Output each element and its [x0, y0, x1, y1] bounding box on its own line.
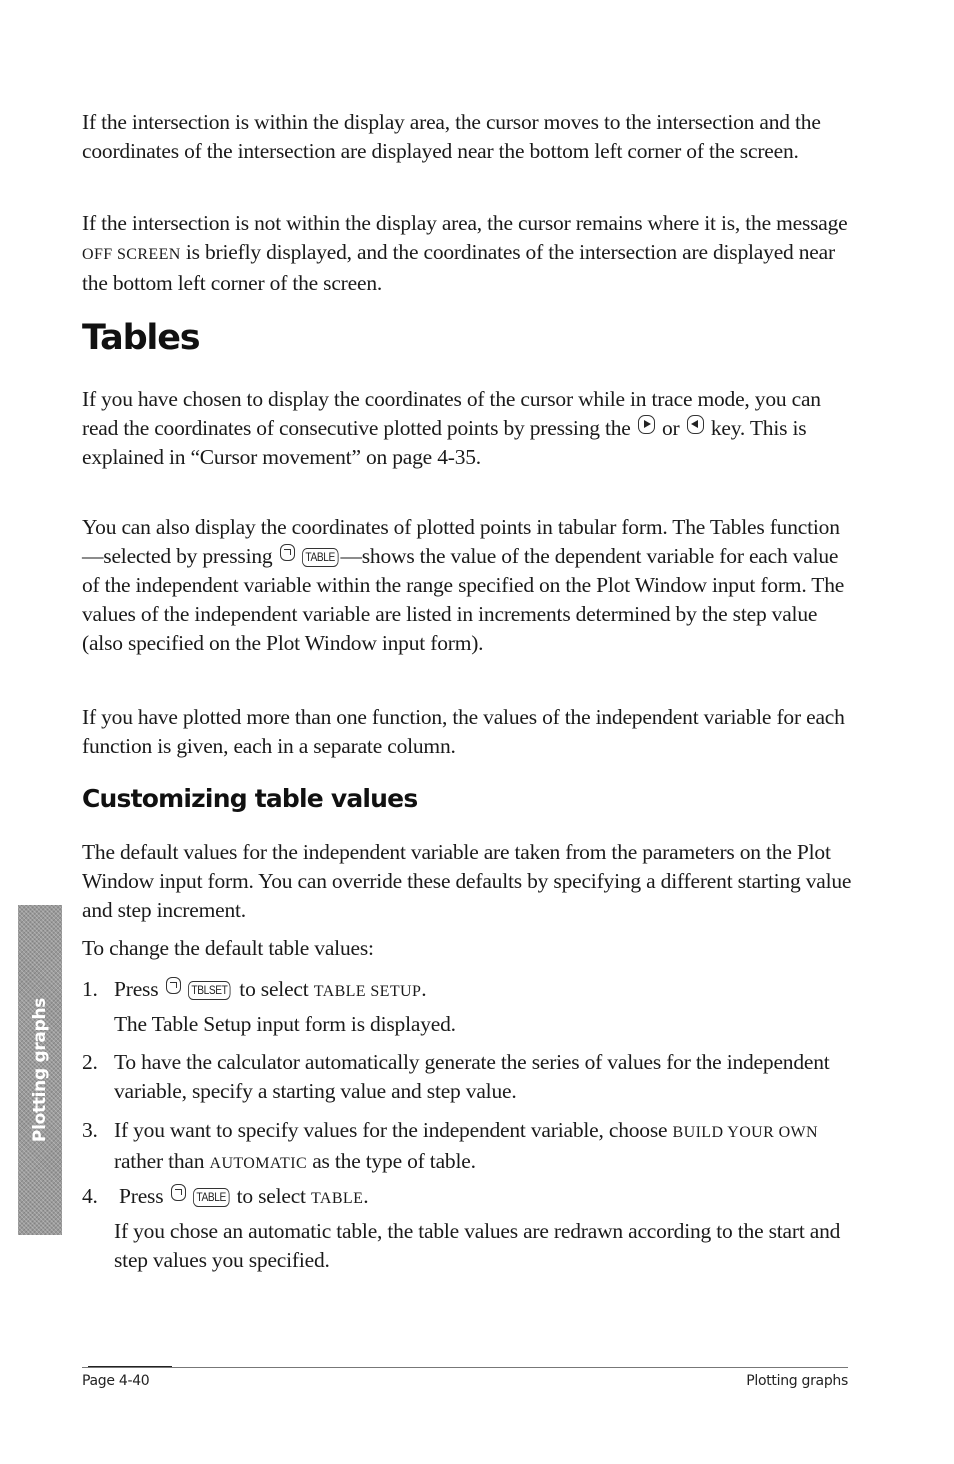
table-key-icon: TABLE	[192, 1188, 229, 1207]
tblset-key-icon: TBLSET	[187, 981, 231, 1000]
left-shift-key-icon	[279, 544, 295, 561]
menu-name: TABLE SETUP	[313, 983, 422, 1000]
paragraph-intersection-inside: If the intersection is within the displa…	[82, 110, 821, 163]
text: If the intersection is not within the di…	[82, 211, 848, 235]
left-shift-key-icon	[165, 977, 181, 994]
menu-name: TABLE	[310, 1190, 364, 1207]
footer-chapter-title: Plotting graphs	[746, 1373, 848, 1389]
text: .	[363, 1184, 369, 1208]
paragraph-steps-intro: To change the default table values:	[82, 936, 374, 960]
step-number: 3.	[82, 1118, 98, 1142]
paragraph-intersection-outside: If the intersection is not within the di…	[82, 209, 852, 298]
step-note: The Table Setup input form is displayed.	[114, 1012, 456, 1036]
option-name: AUTOMATIC	[209, 1155, 308, 1172]
right-arrow-key-icon	[637, 415, 655, 434]
paragraph-default-values: The default values for the independent v…	[82, 840, 852, 922]
section-heading-tables: Tables	[82, 318, 201, 358]
text: Press	[119, 1184, 169, 1208]
footer-divider	[82, 1367, 848, 1368]
step-number: 1.	[82, 977, 98, 1001]
text: rather than	[114, 1149, 210, 1173]
chapter-side-tab-label: Plotting graphs	[30, 997, 50, 1143]
step-note: If you chose an automatic table, the tab…	[114, 1219, 841, 1272]
step-number: 4.	[82, 1184, 98, 1208]
subsection-heading-customizing: Customizing table values	[82, 784, 418, 813]
step-text: Press TBLSET to select TABLE SETUP.	[114, 975, 859, 1006]
step-number: 2.	[82, 1050, 98, 1074]
text: .	[421, 977, 427, 1001]
step-text: To have the calculator automatically gen…	[114, 1050, 830, 1103]
footer-page-number: Page 4-40	[82, 1373, 150, 1389]
text: is briefly displayed, and the coordinate…	[82, 240, 835, 295]
left-shift-key-icon	[170, 1184, 186, 1201]
text: to select	[234, 977, 314, 1001]
paragraph-tables-function: You can also display the coordinates of …	[82, 513, 852, 658]
text: If you want to specify values for the in…	[114, 1118, 673, 1142]
off-screen-message: OFF SCREEN	[82, 246, 181, 263]
paragraph-multiple-functions: If you have plotted more than one functi…	[82, 705, 845, 758]
step-text: If you want to specify values for the in…	[114, 1116, 859, 1178]
text: to select	[231, 1184, 311, 1208]
text: or	[656, 416, 685, 440]
table-key-icon: TABLE	[301, 548, 339, 567]
footer-divider-accent	[88, 1366, 172, 1367]
text: Press	[114, 977, 164, 1001]
chapter-side-tab: Plotting graphs	[18, 905, 62, 1235]
step-text: Press TABLE to select TABLE.	[119, 1182, 864, 1213]
text: as the type of table.	[307, 1149, 476, 1173]
option-name: BUILD YOUR OWN	[672, 1124, 818, 1141]
left-arrow-key-icon	[686, 415, 704, 434]
paragraph-trace-mode: If you have chosen to display the coordi…	[82, 385, 852, 472]
